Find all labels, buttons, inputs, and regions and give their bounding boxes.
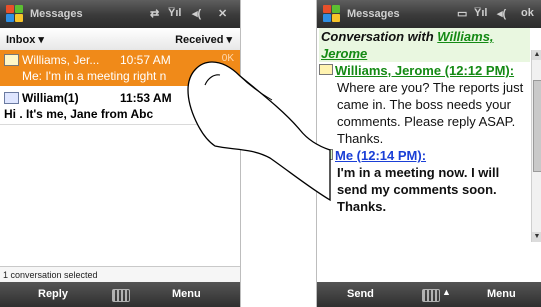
conversation-header: Conversation with Williams, Jerome [319, 28, 530, 62]
menu-softkey[interactable]: Menu [172, 288, 201, 300]
scroll-thumb[interactable] [533, 80, 541, 172]
start-menu-icon[interactable] [6, 5, 24, 23]
sync-icon[interactable]: ⇄ [150, 7, 159, 20]
folder-bar: Inbox ▾ Received ▾ [0, 28, 240, 51]
reply-softkey[interactable]: Reply [38, 288, 68, 300]
conversation-row[interactable]: William(1) 11:53 AM Hi . It's me, Jane f… [0, 88, 240, 125]
scroll-up-arrow-icon[interactable]: ▲ [532, 50, 541, 60]
battery-icon[interactable]: ▭ [457, 7, 467, 20]
scroll-down-arrow-icon[interactable]: ▼ [532, 232, 541, 242]
keyboard-icon[interactable] [422, 289, 440, 302]
ok-button[interactable]: ok [521, 7, 534, 19]
title-bar: Messages ⇄ Y̅ıl ◂( ✕ [0, 0, 240, 28]
input-panel-arrow-icon[interactable]: ▲ [442, 287, 451, 297]
volume-icon[interactable]: ◂( [192, 7, 201, 20]
sent-message-icon [319, 149, 333, 160]
sort-dropdown[interactable]: Received ▾ [175, 33, 232, 46]
conversation-thread: Conversation with Williams, Jerome Willi… [319, 28, 530, 215]
vertical-scrollbar[interactable]: ▲ ▼ [531, 50, 541, 242]
conversation-preview: Hi . It's me, Jane from Abc [4, 107, 154, 121]
keyboard-icon[interactable] [112, 289, 130, 302]
app-title: Messages [347, 8, 400, 20]
inbox-dropdown[interactable]: Inbox ▾ [6, 33, 44, 46]
volume-icon[interactable]: ◂( [497, 7, 506, 20]
size-indicator: 0K [221, 53, 234, 64]
conversation-preview: Me: I'm in a meeting right n [22, 69, 167, 83]
envelope-icon [319, 64, 333, 75]
conversation-sender: William(1) [22, 91, 79, 105]
softkey-bar: Send ▲ Menu [317, 282, 541, 307]
conversation-screen: Messages ▭ Y̅ıl ◂( ok Conversation with … [316, 0, 541, 307]
me-link[interactable]: Me (12:14 PM): [335, 148, 426, 163]
incoming-message: Where are you? The reports just came in.… [337, 80, 524, 146]
envelope-icon [4, 54, 19, 66]
status-text: 1 conversation selected [0, 266, 240, 283]
close-icon[interactable]: ✕ [218, 7, 227, 20]
conversation-time: 10:57 AM [120, 53, 171, 67]
sort-label: Received [175, 34, 224, 46]
envelope-icon [4, 92, 19, 104]
start-menu-icon[interactable] [323, 5, 341, 23]
inbox-label: Inbox [6, 34, 36, 46]
signal-icon[interactable]: Y̅ıl [168, 7, 181, 19]
softkey-bar: Reply Menu [0, 282, 240, 307]
send-softkey[interactable]: Send [347, 288, 374, 300]
signal-icon[interactable]: Y̅ıl [474, 7, 487, 19]
sender-link[interactable]: Williams, Jerome (12:12 PM): [335, 63, 514, 78]
conversation-time: 11:53 AM [120, 91, 172, 105]
header-prefix: Conversation with [321, 29, 438, 44]
inbox-screen: Messages ⇄ Y̅ıl ◂( ✕ Inbox ▾ Received ▾ … [0, 0, 241, 307]
conversation-sender: Williams, Jer... [22, 53, 100, 67]
title-bar: Messages ▭ Y̅ıl ◂( ok [317, 0, 541, 28]
reply-message: I'm in a meeting now. I will send my com… [337, 165, 500, 214]
menu-softkey[interactable]: Menu [487, 288, 516, 300]
conversation-row[interactable]: Williams, Jer... 10:57 AM 0K Me: I'm in … [0, 50, 240, 86]
app-title: Messages [30, 8, 83, 20]
